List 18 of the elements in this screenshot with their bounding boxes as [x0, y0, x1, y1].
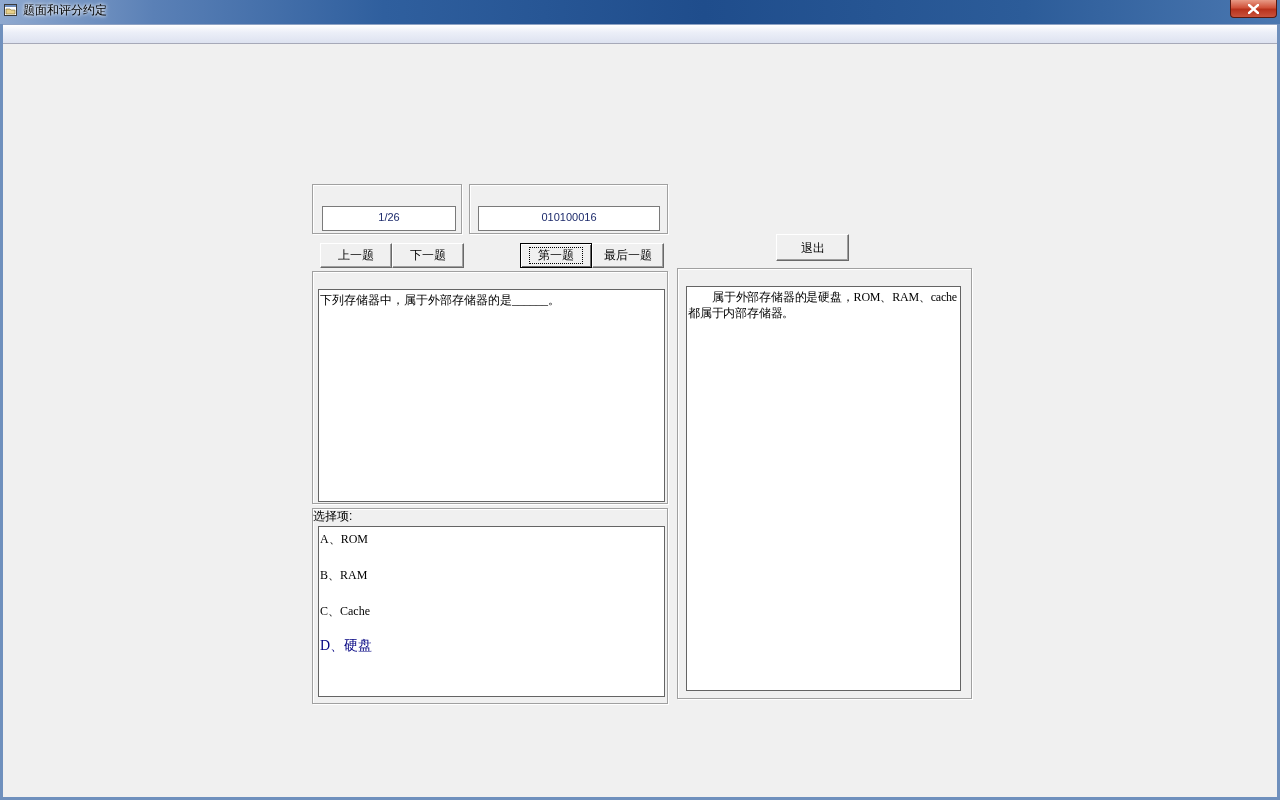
options-caption: 选择项:: [313, 509, 353, 525]
counter-field[interactable]: 1/26: [322, 206, 456, 231]
close-icon: [1248, 3, 1259, 14]
nav-button[interactable]: 第一题: [520, 243, 592, 268]
window-icon: [4, 4, 17, 16]
nav-button[interactable]: 最后一题: [592, 243, 664, 268]
option-item[interactable]: B、RAM: [320, 566, 368, 584]
question-field[interactable]: 下列存储器中，属于外部存储器的是______。: [318, 289, 665, 502]
option-item[interactable]: A、ROM: [320, 530, 368, 548]
option-item[interactable]: D、硬盘: [320, 637, 373, 655]
nav-button[interactable]: 下一题: [392, 243, 464, 268]
question-id-field[interactable]: 010100016: [478, 206, 660, 231]
exit-button[interactable]: 退出: [776, 234, 849, 261]
explanation-field[interactable]: 属于外部存储器的是硬盘，ROM、RAM、cache都属于内部存储器。: [686, 286, 961, 691]
close-button[interactable]: [1230, 0, 1277, 18]
window-title: 题面和评分约定: [23, 2, 107, 19]
nav-button[interactable]: 上一题: [320, 243, 392, 268]
option-item[interactable]: C、Cache: [320, 602, 370, 620]
